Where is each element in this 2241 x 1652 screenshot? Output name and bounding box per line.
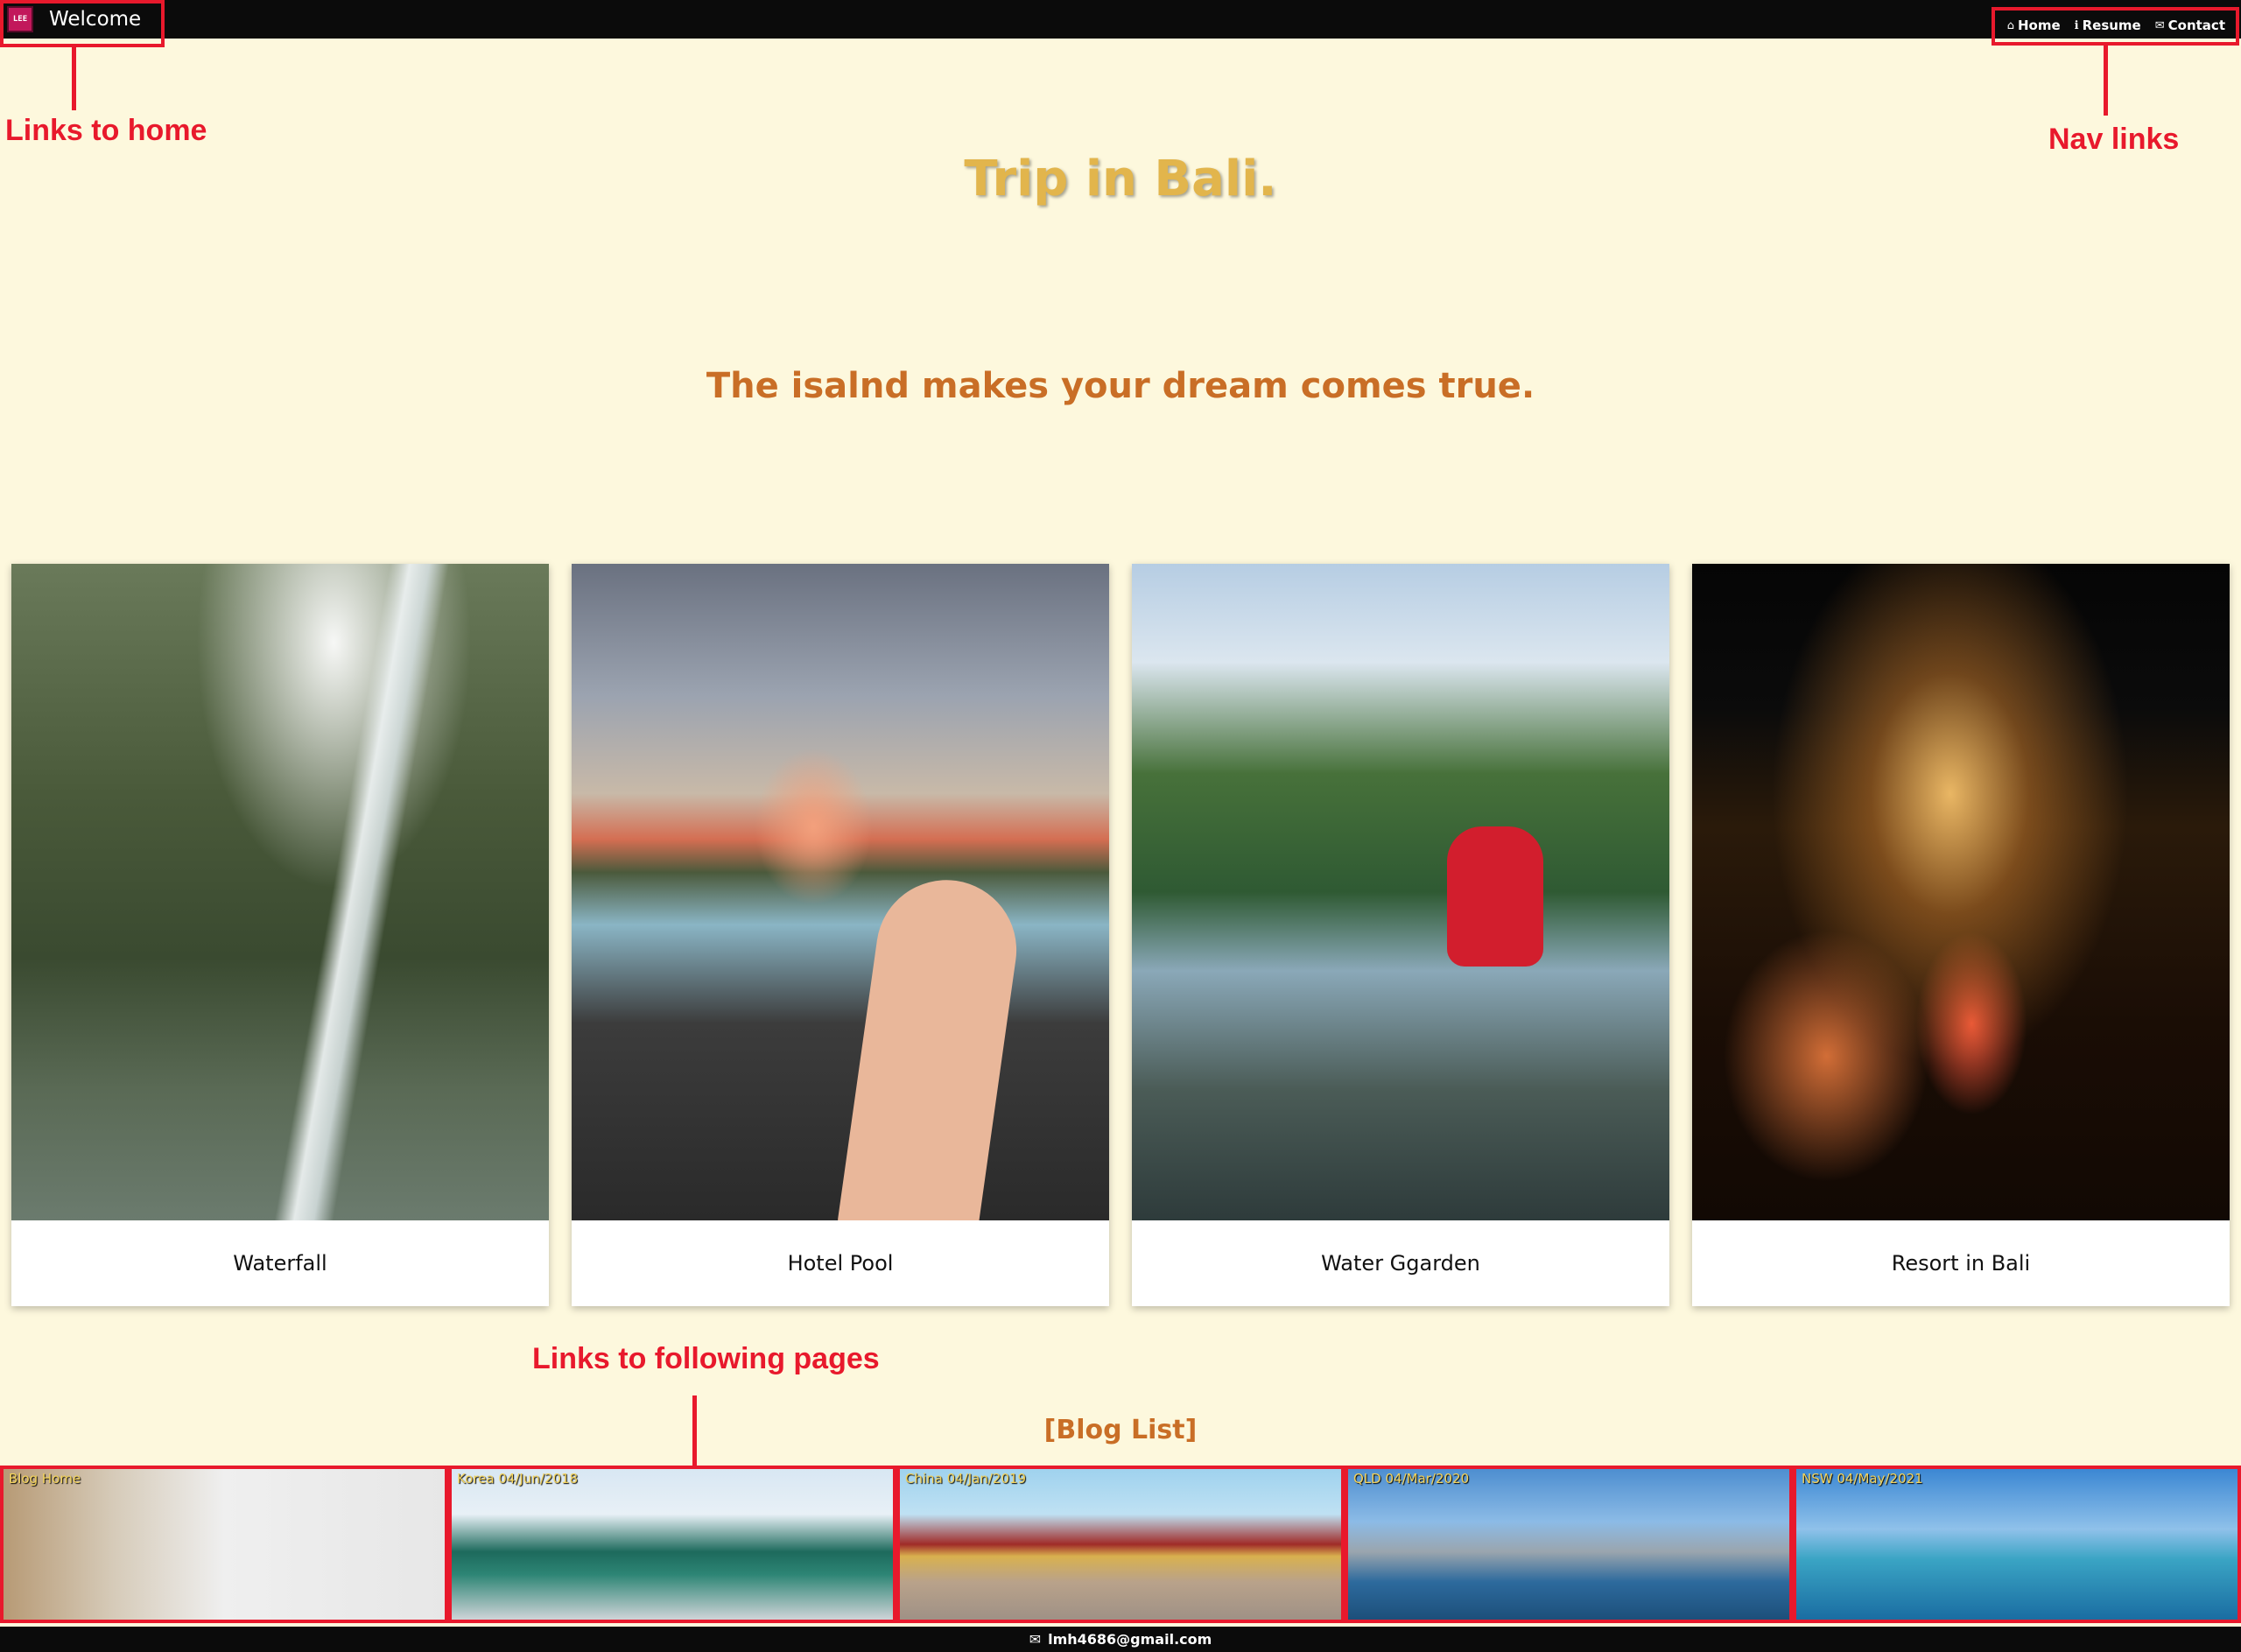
annotation-label-home: Links to home xyxy=(5,114,207,147)
annotation-line-nav xyxy=(2104,46,2108,116)
photo-card-resort[interactable]: Resort in Bali xyxy=(1692,564,2230,1306)
card-caption: Resort in Bali xyxy=(1891,1251,2031,1276)
waterfall-photo xyxy=(11,564,549,1220)
blog-tile-label: China 04/Jan/2019 xyxy=(905,1471,1027,1487)
blog-tile-label: NSW 04/May/2021 xyxy=(1802,1471,1923,1487)
footer-email-link[interactable]: ✉ lmh4686@gmail.com xyxy=(1029,1631,1212,1648)
blog-tile-home[interactable]: Blog Home xyxy=(0,1466,448,1623)
annotation-box-nav xyxy=(1992,7,2239,46)
page-subtitle: The isalnd makes your dream comes true. xyxy=(706,366,1535,406)
annotation-line-home xyxy=(72,47,76,110)
blog-tile-label: Blog Home xyxy=(9,1471,81,1487)
hotel-pool-photo xyxy=(572,564,1109,1220)
photo-detail xyxy=(1447,826,1543,967)
card-caption: Hotel Pool xyxy=(787,1251,894,1276)
photo-card-waterfall[interactable]: Waterfall xyxy=(11,564,549,1306)
blog-tile-label: QLD 04/Mar/2020 xyxy=(1353,1471,1470,1487)
card-caption: Waterfall xyxy=(233,1251,327,1276)
top-nav-bar: LEE Welcome ⌂ Home ℹ Resume ✉ Contact xyxy=(0,0,2241,39)
footer-email: lmh4686@gmail.com xyxy=(1048,1631,1212,1648)
photo-detail xyxy=(835,870,1026,1220)
blog-tile-korea[interactable]: Korea 04/Jun/2018 xyxy=(448,1466,896,1623)
blog-list-heading: [Blog List] xyxy=(1043,1415,1198,1445)
mail-icon: ✉ xyxy=(1029,1631,1042,1648)
blog-list-strip: Blog Home Korea 04/Jun/2018 China 04/Jan… xyxy=(0,1466,2241,1623)
blog-tile-nsw[interactable]: NSW 04/May/2021 xyxy=(1793,1466,2241,1623)
card-caption: Water Ggarden xyxy=(1321,1251,1480,1276)
blog-tile-qld[interactable]: QLD 04/Mar/2020 xyxy=(1345,1466,1793,1623)
water-garden-photo xyxy=(1132,564,1669,1220)
blog-tile-china[interactable]: China 04/Jan/2019 xyxy=(896,1466,1345,1623)
annotation-box-home xyxy=(0,0,165,47)
blog-tile-label: Korea 04/Jun/2018 xyxy=(457,1471,579,1487)
page-title: Trip in Bali. xyxy=(964,151,1277,207)
resort-photo xyxy=(1692,564,2230,1220)
footer: ✉ lmh4686@gmail.com xyxy=(0,1627,2241,1652)
photo-card-hotel-pool[interactable]: Hotel Pool xyxy=(572,564,1109,1306)
photo-card-water-garden[interactable]: Water Ggarden xyxy=(1132,564,1669,1306)
annotation-label-pages: Links to following pages xyxy=(532,1342,880,1375)
